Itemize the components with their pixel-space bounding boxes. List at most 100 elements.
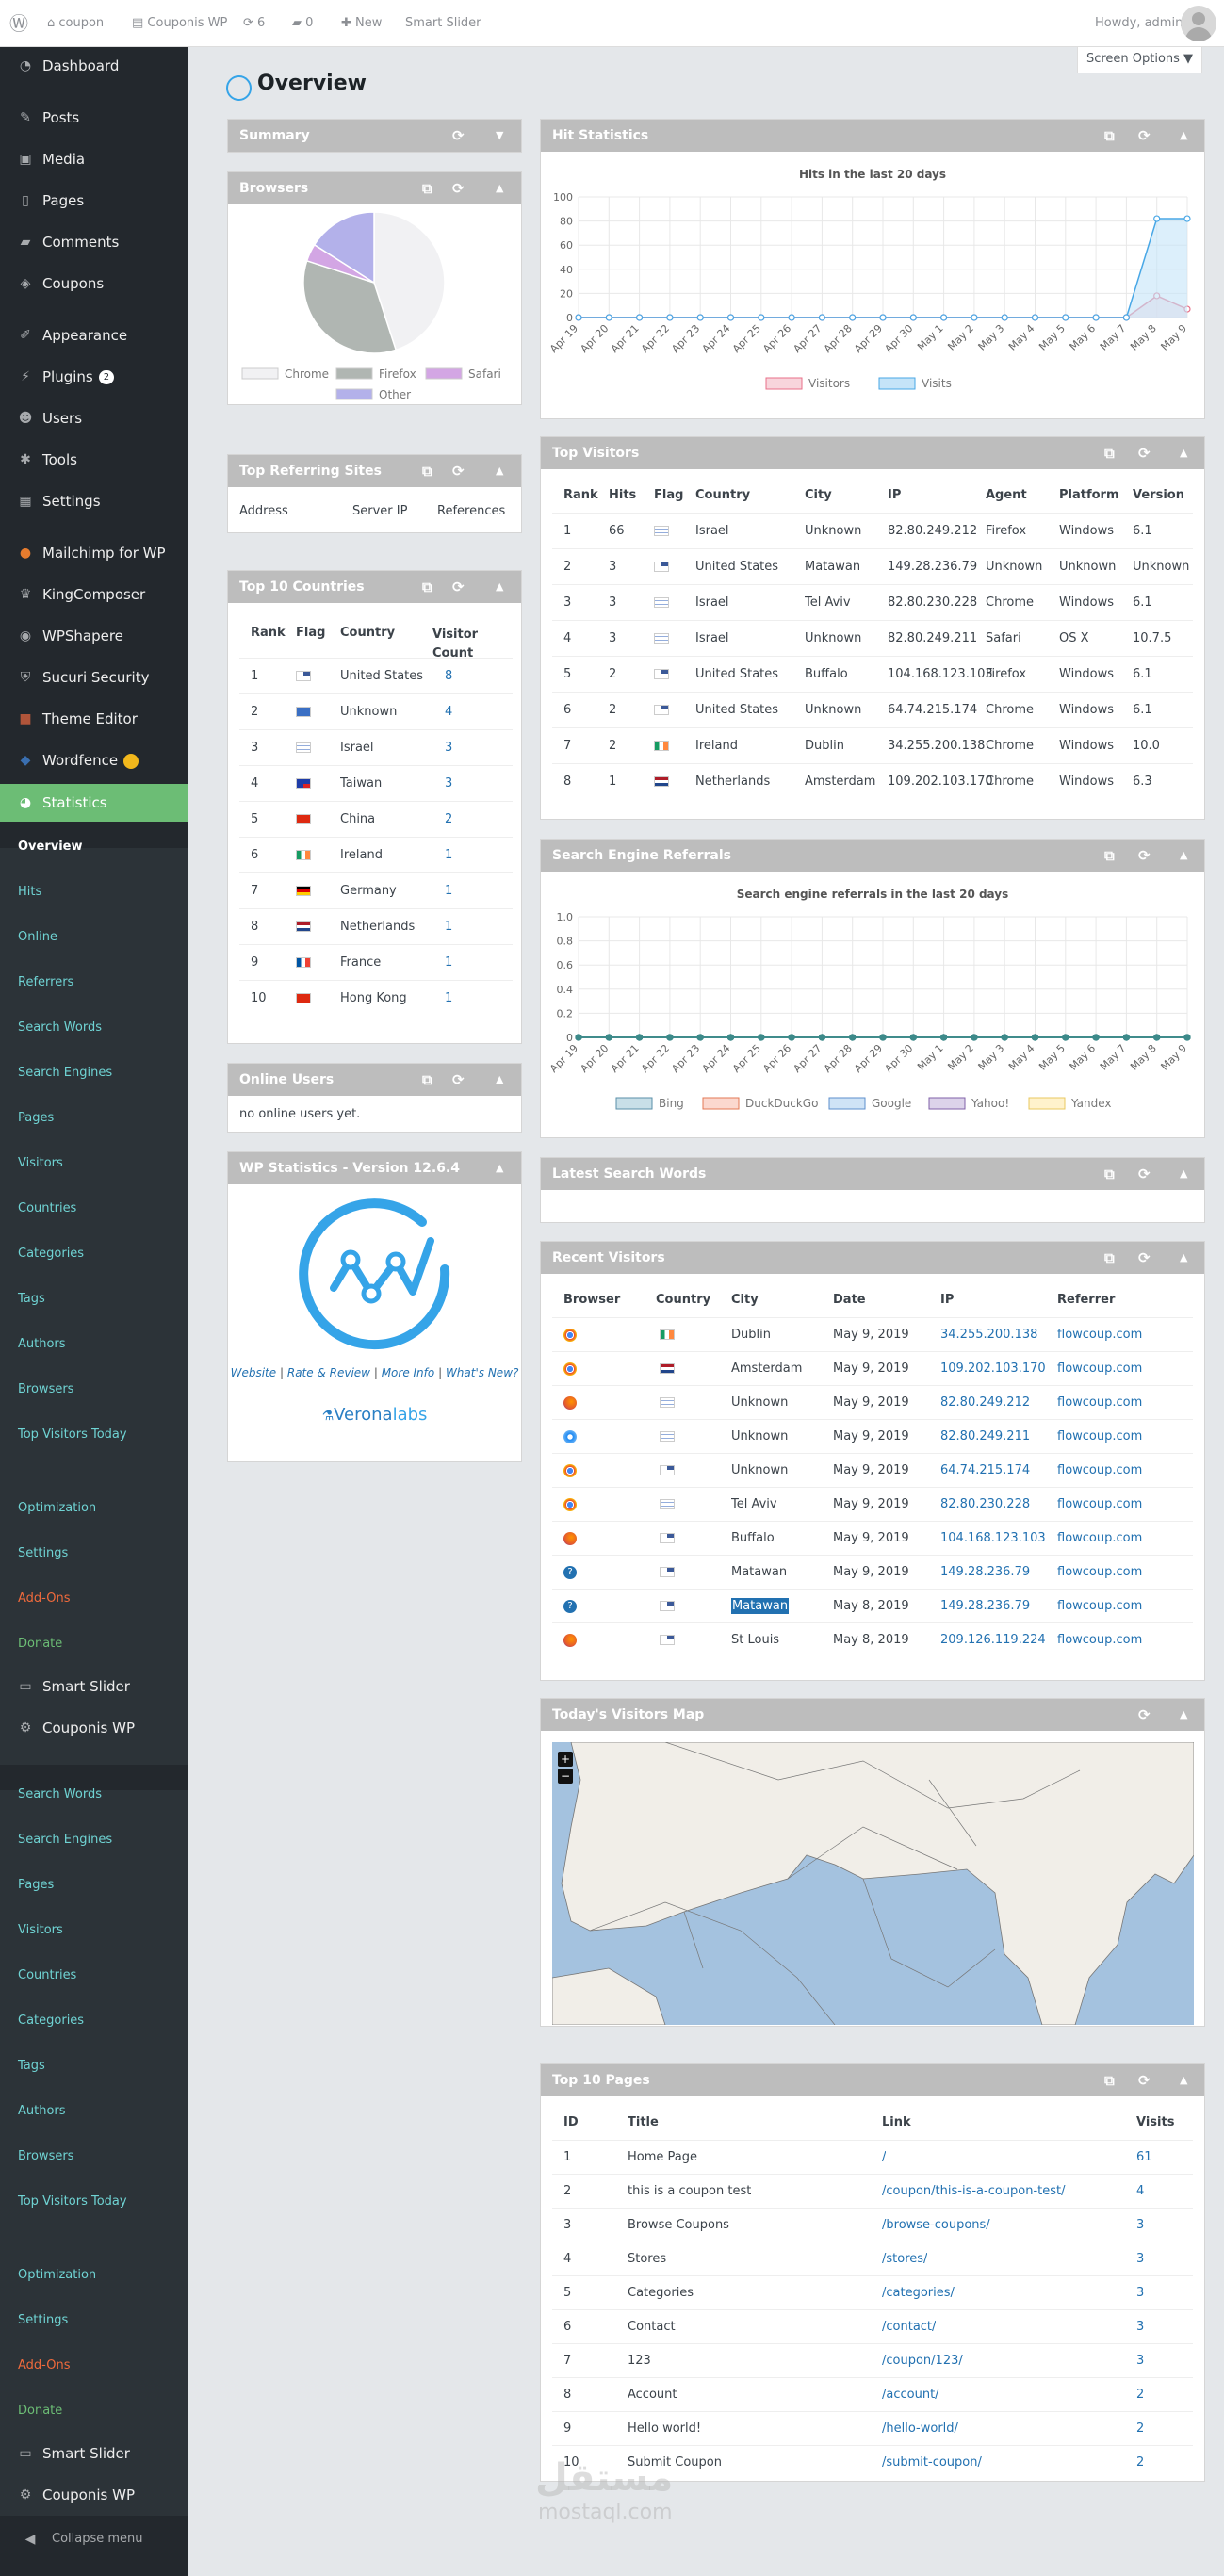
submenu2-pages[interactable]: Pages xyxy=(0,1871,188,1899)
submenu-categories[interactable]: Categories xyxy=(0,1240,188,1268)
summary-header[interactable]: Summary ⟳ ▼ xyxy=(228,120,521,152)
visitor-count-link[interactable]: 3 xyxy=(445,766,452,802)
chevron-up-icon[interactable]: ▲ xyxy=(496,455,503,487)
my-account-link[interactable]: Howdy, admin xyxy=(1095,0,1183,47)
website-link[interactable]: Website xyxy=(231,1366,277,1379)
referrer-link[interactable]: flowcoup.com xyxy=(1057,1590,1142,1623)
submenu-overview[interactable]: Overview xyxy=(0,833,188,861)
smart-slider-link[interactable]: Smart Slider xyxy=(405,0,481,47)
referrer-link[interactable]: flowcoup.com xyxy=(1057,1352,1142,1386)
avatar[interactable] xyxy=(1181,6,1216,41)
external-link-icon[interactable]: ⧉ xyxy=(422,1064,432,1096)
menu-wordfence[interactable]: ◆ Wordfence xyxy=(0,742,188,779)
chevron-up-icon[interactable]: ▲ xyxy=(1180,1158,1187,1190)
referrer-link[interactable]: flowcoup.com xyxy=(1057,1522,1142,1556)
menu-settings[interactable]: ▦ Settings xyxy=(0,482,188,520)
submenu2-add-ons[interactable]: Add-Ons xyxy=(0,2352,188,2380)
countries-header[interactable]: Top 10 Countries ⧉ ⟳ ▲ xyxy=(228,571,521,603)
submenu2-search-engines[interactable]: Search Engines xyxy=(0,1826,188,1854)
submenu-countries[interactable]: Countries xyxy=(0,1195,188,1223)
refresh-icon[interactable]: ⟳ xyxy=(452,172,465,204)
submenu2-top-visitors-today[interactable]: Top Visitors Today xyxy=(0,2188,188,2216)
menu-dashboard[interactable]: ◔ Dashboard xyxy=(0,47,188,85)
submenu-tags[interactable]: Tags xyxy=(0,1285,188,1313)
whats-new-link[interactable]: What's New? xyxy=(446,1366,518,1379)
submenu-settings[interactable]: Settings xyxy=(0,1540,188,1568)
chevron-up-icon[interactable]: ▲ xyxy=(1180,120,1187,152)
submenu-authors[interactable]: Authors xyxy=(0,1330,188,1359)
chevron-up-icon[interactable]: ▲ xyxy=(496,1152,503,1184)
referrer-link[interactable]: flowcoup.com xyxy=(1057,1488,1142,1522)
browsers-header[interactable]: Browsers ⧉ ⟳ ▲ xyxy=(228,172,521,204)
submenu2-categories[interactable]: Categories xyxy=(0,2007,188,2035)
chevron-up-icon[interactable]: ▲ xyxy=(1180,840,1187,872)
visits-link[interactable]: 4 xyxy=(1136,2175,1144,2209)
search-header[interactable]: Search Engine Referrals ⧉ ⟳ ▲ xyxy=(541,840,1204,872)
new-content-link[interactable]: ✚ New xyxy=(341,0,382,47)
ip-link[interactable]: 209.126.119.224 xyxy=(940,1623,1046,1657)
chevron-up-icon[interactable]: ▲ xyxy=(1180,2064,1187,2096)
external-link-icon[interactable]: ⧉ xyxy=(1104,2064,1115,2096)
external-link-icon[interactable]: ⧉ xyxy=(422,172,432,204)
page-link[interactable]: /browse-coupons/ xyxy=(882,2209,990,2242)
submenu-referrers[interactable]: Referrers xyxy=(0,969,188,997)
refresh-icon[interactable]: ⟳ xyxy=(1138,1242,1151,1274)
ip-link[interactable]: 34.255.200.138 xyxy=(940,1318,1037,1352)
menu-plugins[interactable]: ⚡ Plugins 2 xyxy=(0,358,188,396)
menu-smart-slider[interactable]: ▭ Smart Slider xyxy=(0,1668,188,1705)
menu-coupons[interactable]: ◈ Coupons xyxy=(0,265,188,302)
visitor-count-link[interactable]: 1 xyxy=(445,909,452,945)
visitor-count-link[interactable]: 2 xyxy=(445,802,452,838)
comments-link[interactable]: ▰ 0 xyxy=(292,0,313,47)
submenu2-visitors[interactable]: Visitors xyxy=(0,1916,188,1945)
site-name-link[interactable]: ⌂ coupon xyxy=(47,0,104,47)
wordpress-logo-icon[interactable]: Ⓦ xyxy=(9,0,28,47)
updates-link[interactable]: ⟳ 6 xyxy=(243,0,265,47)
visits-link[interactable]: 3 xyxy=(1136,2344,1144,2378)
site2-link[interactable]: ▤ Couponis WP xyxy=(132,0,227,47)
page-link[interactable]: /coupon/123/ xyxy=(882,2344,963,2378)
page-link[interactable]: /stores/ xyxy=(882,2242,927,2276)
version-header[interactable]: WP Statistics - Version 12.6.4 ▲ xyxy=(228,1152,521,1184)
refresh-icon[interactable]: ⟳ xyxy=(1138,1158,1151,1190)
submenu-browsers[interactable]: Browsers xyxy=(0,1376,188,1404)
external-link-icon[interactable]: ⧉ xyxy=(422,571,432,603)
hits-header[interactable]: Hit Statistics ⧉ ⟳ ▲ xyxy=(541,120,1204,152)
page-link[interactable]: /coupon/this-is-a-coupon-test/ xyxy=(882,2175,1066,2209)
external-link-icon[interactable]: ⧉ xyxy=(1104,1158,1115,1190)
refresh-icon[interactable]: ⟳ xyxy=(1138,120,1151,152)
menu-media[interactable]: ▣ Media xyxy=(0,140,188,178)
menu-statistics[interactable]: ◕ Statistics xyxy=(0,784,188,822)
refresh-icon[interactable]: ⟳ xyxy=(1138,1699,1151,1731)
page-link[interactable]: / xyxy=(882,2141,886,2175)
refresh-icon[interactable]: ⟳ xyxy=(1138,2064,1151,2096)
external-link-icon[interactable]: ⧉ xyxy=(1104,120,1115,152)
page-link[interactable]: /contact/ xyxy=(882,2310,936,2344)
page-link[interactable]: /categories/ xyxy=(882,2276,955,2310)
visits-link[interactable]: 61 xyxy=(1136,2141,1152,2175)
visits-link[interactable]: 2 xyxy=(1136,2412,1144,2446)
submenu2-browsers[interactable]: Browsers xyxy=(0,2143,188,2171)
menu-couponis[interactable]: ⚙ Couponis WP xyxy=(0,1709,188,1747)
words-header[interactable]: Latest Search Words ⧉ ⟳ ▲ xyxy=(541,1158,1204,1190)
page-link[interactable]: /submit-coupon/ xyxy=(882,2446,982,2480)
chevron-up-icon[interactable]: ▲ xyxy=(1180,1242,1187,1274)
submenu-visitors[interactable]: Visitors xyxy=(0,1149,188,1178)
external-link-icon[interactable]: ⧉ xyxy=(1104,840,1115,872)
refresh-icon[interactable]: ⟳ xyxy=(1138,840,1151,872)
menu-sucuri[interactable]: ⛨ Sucuri Security xyxy=(0,659,188,696)
referrer-link[interactable]: flowcoup.com xyxy=(1057,1454,1142,1488)
refresh-icon[interactable]: ⟳ xyxy=(452,120,465,152)
ip-link[interactable]: 149.28.236.79 xyxy=(940,1556,1030,1590)
refresh-icon[interactable]: ⟳ xyxy=(452,1064,465,1096)
submenu2-donate[interactable]: Donate xyxy=(0,2397,188,2425)
veronalabs-logo[interactable]: ⚗Veronalabs xyxy=(228,1405,521,1425)
visits-link[interactable]: 3 xyxy=(1136,2209,1144,2242)
external-link-icon[interactable]: ⧉ xyxy=(1104,1242,1115,1274)
submenu2-authors[interactable]: Authors xyxy=(0,2097,188,2126)
top-visitors-header[interactable]: Top Visitors ⧉ ⟳ ▲ xyxy=(541,437,1204,469)
submenu-add-ons[interactable]: Add-Ons xyxy=(0,1585,188,1613)
chevron-down-icon[interactable]: ▼ xyxy=(496,120,503,152)
menu-pages[interactable]: ▯ Pages xyxy=(0,182,188,220)
submenu-optimization[interactable]: Optimization xyxy=(0,1494,188,1523)
